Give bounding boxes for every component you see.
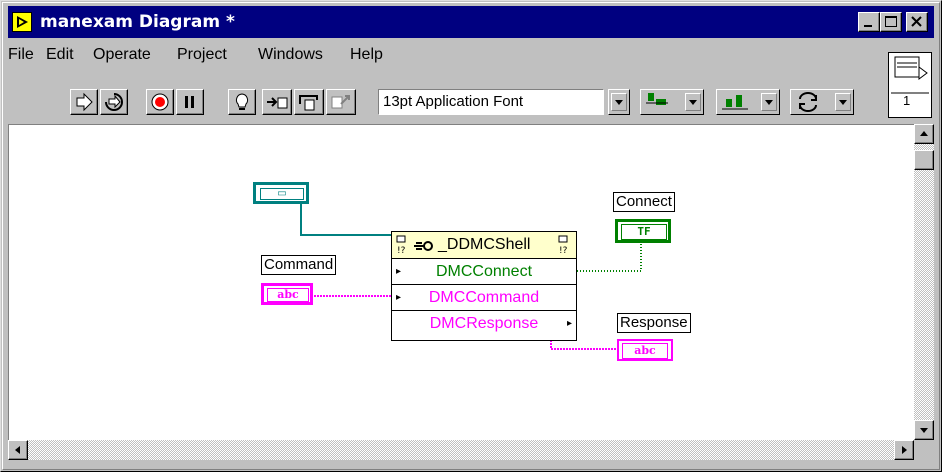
run-continuously-icon — [105, 93, 123, 111]
vertical-scrollbar[interactable] — [914, 124, 934, 440]
response-label[interactable]: Response — [617, 313, 691, 333]
abort-icon — [151, 93, 169, 111]
menu-project[interactable]: Project — [177, 46, 227, 64]
distribute-objects-dropdown[interactable] — [716, 89, 780, 115]
connect-wire — [577, 239, 642, 272]
activex-method-node[interactable]: !? _DDMCShell !? ▸ DMCConnect ▸ DMCComma… — [391, 231, 577, 341]
arrow-up-icon — [920, 131, 928, 136]
reorder-dropdown[interactable] — [790, 89, 854, 115]
highlight-execution-button[interactable] — [228, 89, 256, 115]
run-icon — [76, 92, 93, 112]
step-over-button[interactable] — [294, 89, 324, 115]
string-glyph: abc — [267, 288, 309, 302]
connect-indicator[interactable]: TF — [615, 219, 671, 243]
arrow-right-icon — [902, 446, 907, 454]
arrow-left-icon — [15, 446, 20, 454]
bool-glyph: TF — [621, 224, 667, 240]
scroll-left-button[interactable] — [8, 440, 28, 460]
refnum-out-icon: !? — [558, 235, 568, 256]
scroll-up-button[interactable] — [914, 124, 934, 144]
title-bar[interactable]: manexam Diagram * — [8, 6, 934, 38]
font-ring[interactable]: 13pt Application Font — [378, 89, 604, 115]
method-label: DMCResponse — [429, 315, 539, 332]
input-arrow-icon: ▸ — [396, 292, 402, 303]
menu-windows[interactable]: Windows — [258, 46, 323, 64]
method-label: DMCCommand — [428, 289, 540, 306]
run-continuously-button[interactable] — [100, 89, 128, 115]
minimize-button[interactable] — [858, 12, 880, 32]
maximize-button[interactable] — [880, 12, 902, 32]
scroll-down-button[interactable] — [914, 420, 934, 440]
refnum-terminal[interactable]: ▭ — [253, 182, 309, 204]
connector-number: 1 — [903, 93, 911, 108]
menu-operate[interactable]: Operate — [93, 46, 151, 64]
reorder-icon — [799, 92, 817, 112]
output-arrow-icon: ▸ — [566, 318, 572, 329]
step-out-icon — [331, 95, 350, 109]
method-row-response[interactable]: DMCResponse ▸ — [392, 311, 576, 336]
activex-key-icon — [414, 241, 433, 251]
step-out-button[interactable] — [326, 89, 356, 115]
size-grip[interactable] — [914, 440, 934, 460]
window-title: manexam Diagram * — [40, 12, 235, 32]
pause-icon — [185, 96, 194, 108]
menu-edit[interactable]: Edit — [46, 46, 74, 64]
refnum-in-icon: !? — [396, 235, 406, 256]
scroll-right-button[interactable] — [894, 440, 914, 460]
step-into-button[interactable] — [262, 89, 292, 115]
string-glyph: abc — [622, 343, 668, 359]
font-dropdown[interactable] — [608, 89, 630, 115]
command-control[interactable]: abc — [261, 283, 313, 305]
connector-pane[interactable]: 1 — [888, 52, 932, 118]
step-over-icon — [299, 95, 318, 111]
connect-label[interactable]: Connect — [613, 192, 675, 212]
minimize-icon — [864, 25, 872, 27]
vertical-scroll-thumb[interactable] — [914, 150, 934, 170]
pause-button[interactable] — [176, 89, 204, 115]
horizontal-scrollbar[interactable] — [8, 440, 914, 460]
node-title: _DDMCShell — [438, 236, 531, 253]
refnum-glyph: ▭ — [260, 188, 304, 200]
labview-vi-icon[interactable] — [12, 12, 32, 32]
align-objects-icon — [646, 93, 668, 105]
highlight-execution-icon — [235, 93, 249, 110]
close-button[interactable] — [906, 12, 928, 32]
command-label[interactable]: Command — [261, 255, 337, 275]
response-indicator[interactable]: abc — [617, 339, 673, 361]
maximize-icon — [885, 16, 897, 27]
close-icon — [911, 16, 922, 27]
abort-button[interactable] — [146, 89, 174, 115]
menu-help[interactable]: Help — [350, 46, 383, 64]
svg-text:!?: !? — [559, 246, 568, 256]
svg-text:!?: !? — [397, 246, 406, 256]
distribute-objects-icon — [722, 95, 748, 110]
input-arrow-icon: ▸ — [396, 266, 402, 277]
method-row-command[interactable]: ▸ DMCCommand — [392, 285, 576, 311]
align-objects-dropdown[interactable] — [640, 89, 704, 115]
method-label: DMCConnect — [435, 263, 533, 280]
block-diagram-canvas[interactable]: ▭ Connect TF Command abc Response abc !?… — [8, 124, 915, 441]
method-row-connect[interactable]: ▸ DMCConnect — [392, 259, 576, 285]
menu-file[interactable]: File — [8, 46, 34, 64]
node-header: !? _DDMCShell !? — [392, 232, 576, 259]
step-into-icon — [267, 97, 288, 109]
run-button[interactable] — [70, 89, 98, 115]
refnum-wire — [300, 199, 399, 236]
arrow-down-icon — [920, 428, 928, 433]
